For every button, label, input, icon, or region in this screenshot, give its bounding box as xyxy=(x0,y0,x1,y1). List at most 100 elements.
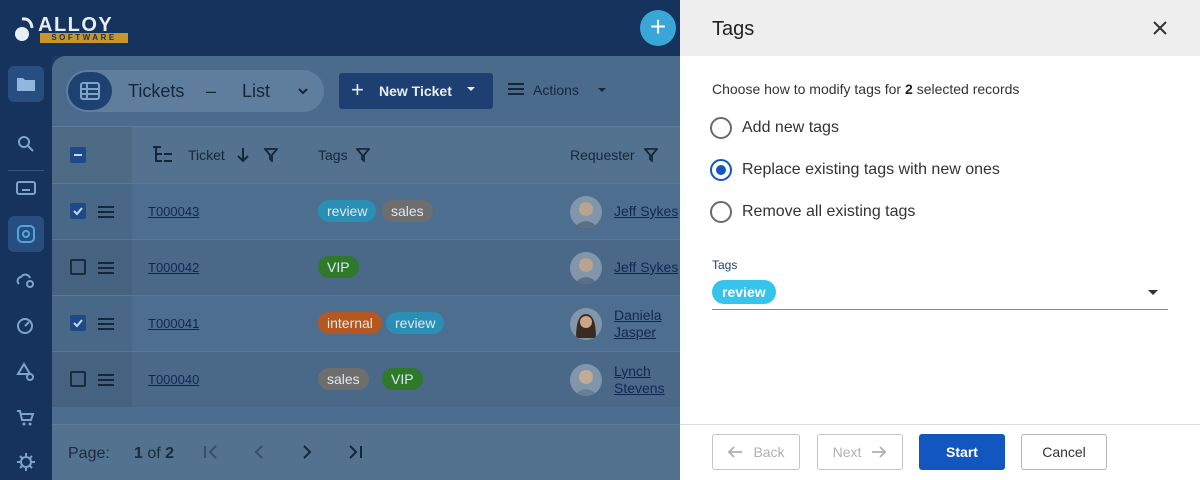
row-menu-icon[interactable] xyxy=(98,317,114,331)
cart-gear-icon xyxy=(17,410,35,426)
option-replace-tags[interactable]: Replace existing tags with new ones xyxy=(710,157,1000,183)
tags-dialog: Tags Choose how to modify tags for 2 sel… xyxy=(680,0,1200,480)
view-selector[interactable]: List xyxy=(242,81,270,102)
avatar xyxy=(570,252,602,284)
total-pages: 2 xyxy=(165,445,175,462)
ticket-id-link[interactable]: T000040 xyxy=(148,372,199,387)
back-label: Back xyxy=(753,444,785,460)
next-page-icon[interactable] xyxy=(298,443,316,461)
cloud-gear-icon xyxy=(16,273,34,288)
previous-page-icon[interactable] xyxy=(250,443,268,461)
tickets-table: Ticket Tags Requester T000043 review sal… xyxy=(52,126,680,407)
requester-link[interactable]: Jeff Sykes xyxy=(614,259,678,276)
column-header-ticket[interactable]: Ticket xyxy=(188,147,225,163)
table-row[interactable]: T000040 sales VIP Lynch Stevens xyxy=(52,351,680,407)
arrow-right-icon xyxy=(872,446,887,458)
table-row[interactable]: T000043 review sales Jeff Sykes xyxy=(52,183,680,239)
first-page-icon[interactable] xyxy=(202,443,220,461)
dialog-description: Choose how to modify tags for 2 selected… xyxy=(712,81,1019,97)
row-menu-icon[interactable] xyxy=(98,373,114,387)
row-checkbox[interactable] xyxy=(70,203,86,219)
option-remove-tags[interactable]: Remove all existing tags xyxy=(710,199,915,225)
page-of-text: of xyxy=(147,445,161,462)
breadcrumb-separator: – xyxy=(206,81,217,101)
top-bar: ALLOY SOFTWARE + xyxy=(0,0,680,56)
ticket-id-link[interactable]: T000043 xyxy=(148,204,199,219)
caret-down-icon xyxy=(598,88,606,92)
row-checkbox[interactable] xyxy=(70,259,86,275)
filter-icon[interactable] xyxy=(356,148,370,162)
ticket-id-link[interactable]: T000041 xyxy=(148,316,199,331)
option-add-new-tags[interactable]: Add new tags xyxy=(710,115,839,141)
actions-label: Actions xyxy=(533,82,579,98)
description-suffix: selected records xyxy=(916,81,1020,97)
avatar xyxy=(570,308,602,340)
sidebar-item-search[interactable] xyxy=(8,126,44,162)
caret-down-icon[interactable] xyxy=(465,83,477,95)
tag-chip: VIP xyxy=(318,256,359,278)
next-label: Next xyxy=(832,444,862,460)
column-header-tags[interactable]: Tags xyxy=(318,147,348,163)
tag-chip: sales xyxy=(318,368,369,390)
filter-icon[interactable] xyxy=(264,148,278,162)
chevron-down-icon[interactable] xyxy=(296,84,310,98)
plus-icon: + xyxy=(351,77,364,102)
new-ticket-button[interactable]: + New Ticket xyxy=(339,73,493,109)
table-row[interactable]: T000041 internal review Daniela Jasper xyxy=(52,295,680,351)
row-checkbox[interactable] xyxy=(70,315,86,331)
checkbox-column xyxy=(52,352,132,407)
close-icon[interactable] xyxy=(1150,18,1170,38)
virus-icon xyxy=(17,453,35,471)
cancel-button[interactable]: Cancel xyxy=(1021,434,1107,470)
sidebar-item-tickets[interactable] xyxy=(8,170,44,206)
sort-arrow-down-icon[interactable] xyxy=(236,147,250,163)
column-header-requester[interactable]: Requester xyxy=(570,147,635,163)
table-header: Ticket Tags Requester xyxy=(52,126,680,183)
breadcrumb: Tickets – List xyxy=(66,70,324,112)
filter-icon[interactable] xyxy=(644,148,658,162)
checkbox-column xyxy=(52,296,132,351)
sidebar xyxy=(0,56,52,480)
sidebar-item-cloud-settings[interactable] xyxy=(8,262,44,298)
start-button[interactable]: Start xyxy=(919,434,1005,470)
requester-link[interactable]: Lynch Stevens xyxy=(614,363,665,397)
new-ticket-label: New Ticket xyxy=(379,83,452,99)
logo-subtext: SOFTWARE xyxy=(40,33,128,43)
requester-link[interactable]: Daniela Jasper xyxy=(614,307,661,341)
dropdown-caret-icon[interactable] xyxy=(1148,290,1158,295)
checkbox-column xyxy=(52,127,132,183)
tree-view-icon[interactable] xyxy=(152,145,174,165)
folder-icon xyxy=(17,78,35,91)
sidebar-item-security[interactable] xyxy=(8,444,44,480)
row-menu-icon[interactable] xyxy=(98,261,114,275)
sidebar-item-folder[interactable] xyxy=(8,66,44,102)
quick-add-button[interactable]: + xyxy=(640,10,676,46)
radio-button[interactable] xyxy=(710,201,732,223)
description-prefix: Choose how to modify tags for xyxy=(712,81,902,97)
tags-select[interactable]: review xyxy=(712,278,1168,310)
back-button[interactable]: Back xyxy=(712,434,800,470)
requester-link[interactable]: Jeff Sykes xyxy=(614,203,678,220)
alloy-logo[interactable]: ALLOY SOFTWARE xyxy=(14,12,134,46)
tickets-panel: Tickets – List + New Ticket Actions Tick… xyxy=(52,56,680,480)
tag-chip: review xyxy=(386,312,445,334)
selected-tag-chip[interactable]: review xyxy=(712,280,776,304)
radio-button[interactable] xyxy=(710,159,732,181)
table-row[interactable]: T000042 VIP Jeff Sykes xyxy=(52,239,680,295)
sidebar-item-shapes-settings[interactable] xyxy=(8,354,44,390)
select-all-checkbox[interactable] xyxy=(70,147,86,163)
last-page-icon[interactable] xyxy=(346,443,364,461)
requester-first-name: Daniela xyxy=(614,307,662,323)
radio-button[interactable] xyxy=(710,117,732,139)
selected-count: 2 xyxy=(905,81,913,97)
row-checkbox[interactable] xyxy=(70,371,86,387)
sidebar-item-dashboard-settings[interactable] xyxy=(8,308,44,344)
next-button[interactable]: Next xyxy=(817,434,903,470)
page-indicator: 1 of 2 xyxy=(134,445,174,463)
dashboard-gear-icon xyxy=(17,318,33,334)
sidebar-item-service[interactable] xyxy=(8,216,44,252)
sidebar-item-cart-settings[interactable] xyxy=(8,400,44,436)
row-menu-icon[interactable] xyxy=(98,205,114,219)
ticket-id-link[interactable]: T000042 xyxy=(148,260,199,275)
requester-last-name: Stevens xyxy=(614,380,665,396)
